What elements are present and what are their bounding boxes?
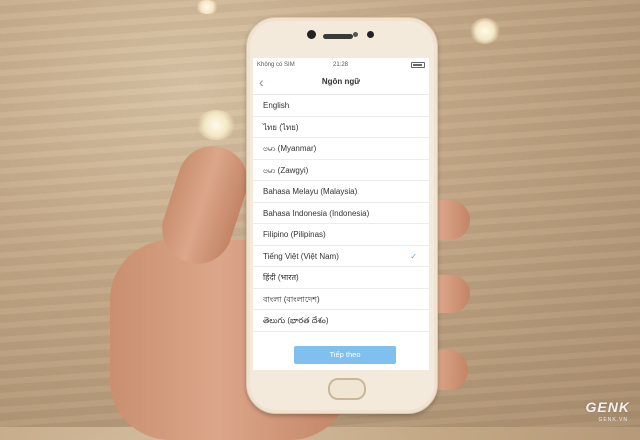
language-item[interactable]: ဗမာ (Myanmar)	[253, 138, 429, 160]
language-item[interactable]: Bahasa Indonesia (Indonesia)	[253, 203, 429, 224]
language-label: বাংলা (বাংলাদেশ)	[263, 294, 320, 304]
next-button[interactable]: Tiếp theo	[294, 346, 396, 364]
earpiece-speaker	[323, 34, 353, 39]
watermark-logo: GENK	[586, 399, 630, 415]
language-label: हिंदी (भारत)	[263, 273, 299, 282]
language-label: ไทย (ไทย)	[263, 122, 299, 132]
language-list: English ไทย (ไทย) ဗမာ (Myanmar) ဗမာ (Zaw…	[253, 95, 429, 332]
language-item[interactable]: English	[253, 95, 429, 117]
language-label: Filipino (Pilipinas)	[263, 230, 326, 239]
language-label: తెలుగు (భారత దేశం)	[263, 316, 329, 325]
language-item[interactable]: Filipino (Pilipinas)	[253, 224, 429, 246]
front-camera-secondary	[367, 31, 374, 38]
status-bar: Không có SIM 21:28	[253, 58, 429, 72]
language-item[interactable]: ဗမာ (Zawgyi)	[253, 160, 429, 181]
language-label: ဗမာ (Myanmar)	[263, 144, 317, 153]
ceiling-light-reflection	[470, 18, 500, 44]
language-item[interactable]: ไทย (ไทย)	[253, 117, 429, 138]
language-item[interactable]: বাংলা (বাংলাদেশ)	[253, 289, 429, 310]
language-item[interactable]: Bahasa Melayu (Malaysia)	[253, 181, 429, 203]
title-bar: ‹ Ngôn ngữ	[253, 72, 429, 95]
language-item[interactable]: తెలుగు (భారత దేశం)	[253, 310, 429, 332]
checkmark-icon: ✓	[410, 251, 417, 261]
home-button[interactable]	[328, 378, 366, 400]
language-item[interactable]: हिंदी (भारत)	[253, 267, 429, 289]
page-title: Ngôn ngữ	[321, 77, 361, 86]
ceiling-light-reflection	[196, 110, 236, 140]
battery-icon	[411, 62, 425, 68]
watermark-site: GENK.VN	[598, 417, 628, 423]
language-label: Bahasa Indonesia (Indonesia)	[263, 208, 370, 218]
language-label: English	[263, 101, 290, 110]
proximity-sensor	[353, 32, 358, 37]
phone-screen: Không có SIM 21:28 ‹ Ngôn ngữ English ไท…	[253, 58, 429, 370]
clock: 21:28	[333, 62, 349, 68]
language-label: Tiếng Việt (Việt Nam)	[263, 251, 339, 261]
language-item-selected[interactable]: Tiếng Việt (Việt Nam) ✓	[253, 246, 429, 267]
front-camera	[307, 30, 316, 39]
watermark-brand: GENK	[585, 399, 630, 415]
language-label: ဗမာ (Zawgyi)	[263, 165, 309, 175]
ceiling-light-reflection	[195, 0, 219, 14]
carrier-label: Không có SIM	[257, 62, 295, 68]
language-label: Bahasa Melayu (Malaysia)	[263, 187, 358, 196]
